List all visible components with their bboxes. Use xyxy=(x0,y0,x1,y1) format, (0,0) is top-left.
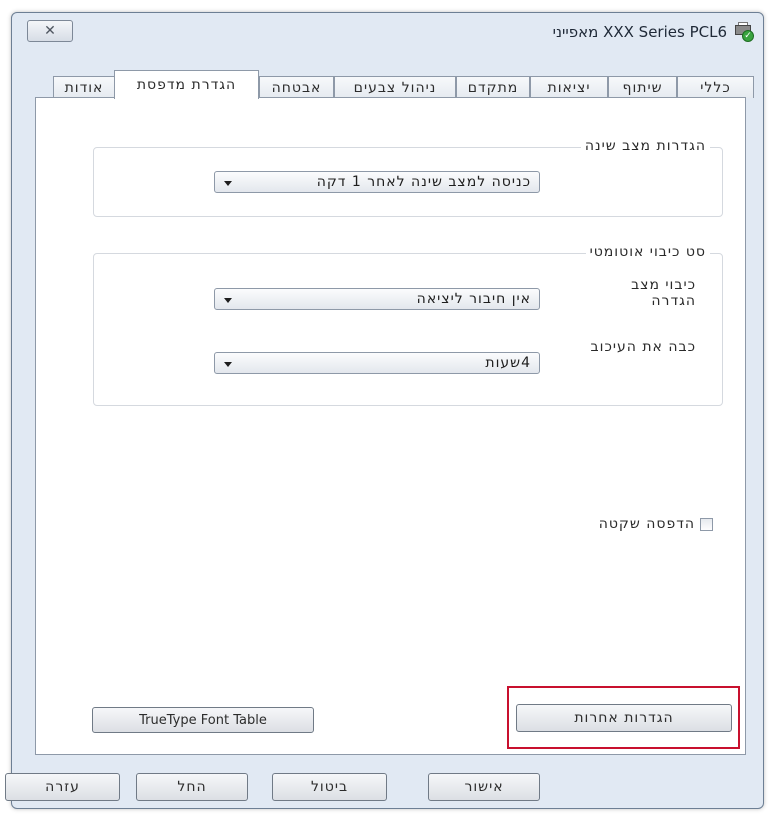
tab-ports[interactable]: יציאות xyxy=(530,76,608,98)
other-settings-button[interactable]: הגדרות אחרות xyxy=(516,704,732,732)
sleep-mode-group: הגדרות מצב שינה כניסה למצב שינה לאחר 1 ד… xyxy=(93,138,723,217)
power-off-mode-label-line2: הגדרה xyxy=(651,293,696,309)
power-off-mode-dropdown[interactable]: אין חיבור ליציאה xyxy=(214,288,540,310)
off-delay-value: 4שעות xyxy=(485,355,531,371)
close-icon: ✕ xyxy=(44,23,56,39)
auto-off-group: סט כיבוי אוטומטי כיבוי מצב הגדרה אין חיב… xyxy=(93,244,723,406)
tab-printer-settings[interactable]: הגדרת מדפסת xyxy=(114,70,259,99)
sleep-mode-value: כניסה למצב שינה לאחר 1 דקה xyxy=(316,174,531,190)
off-delay-label: כבה את העיכוב xyxy=(590,339,696,355)
ok-button[interactable]: אישור xyxy=(428,773,540,801)
quiet-print-label: הדפסה שקטה xyxy=(598,516,695,532)
auto-off-legend: סט כיבוי אוטומטי xyxy=(585,244,710,260)
help-button[interactable]: עזרה xyxy=(5,773,120,801)
cancel-button[interactable]: ביטול xyxy=(272,773,387,801)
tab-panel-printer-settings: הגדרות מצב שינה כניסה למצב שינה לאחר 1 ד… xyxy=(35,97,746,755)
window-title: XXX Series PCL6 מאפייני xyxy=(552,23,727,41)
quiet-print-checkbox[interactable] xyxy=(700,517,713,531)
chevron-down-icon xyxy=(224,298,232,303)
power-off-mode-value: אין חיבור ליציאה xyxy=(416,291,531,307)
apply-button[interactable]: החל xyxy=(136,773,248,801)
tab-advanced[interactable]: מתקדם xyxy=(456,76,530,98)
printer-check-icon: ✓ xyxy=(733,22,755,42)
chevron-down-icon xyxy=(224,181,232,186)
sleep-mode-dropdown[interactable]: כניסה למצב שינה לאחר 1 דקה xyxy=(214,171,540,193)
tab-color-management[interactable]: ניהול צבעים xyxy=(334,76,456,98)
tab-general[interactable]: כללי xyxy=(677,76,754,98)
tab-strip: כללי שיתוף יציאות מתקדם ניהול צבעים אבטח… xyxy=(12,68,763,99)
off-delay-dropdown[interactable]: 4שעות xyxy=(214,352,540,374)
power-off-mode-label-line1: כיבוי מצב xyxy=(631,277,696,293)
title-group: ✓ XXX Series PCL6 מאפייני xyxy=(553,20,755,44)
tab-security[interactable]: אבטחה xyxy=(259,76,334,98)
sleep-mode-legend: הגדרות מצב שינה xyxy=(580,138,710,154)
power-off-mode-label: כיבוי מצב הגדרה xyxy=(586,277,696,309)
truetype-font-table-button[interactable]: TrueType Font Table xyxy=(92,707,314,733)
printer-properties-window: ✕ ✓ XXX Series PCL6 מאפייני כללי שיתוף י… xyxy=(5,12,764,809)
tab-sharing[interactable]: שיתוף xyxy=(608,76,677,98)
title-bar: ✕ ✓ XXX Series PCL6 מאפייני xyxy=(12,13,763,51)
quiet-print-row[interactable]: הדפסה שקטה xyxy=(599,516,713,532)
tab-about[interactable]: אודות xyxy=(53,76,115,98)
chevron-down-icon xyxy=(224,362,232,367)
close-button[interactable]: ✕ xyxy=(27,20,73,42)
